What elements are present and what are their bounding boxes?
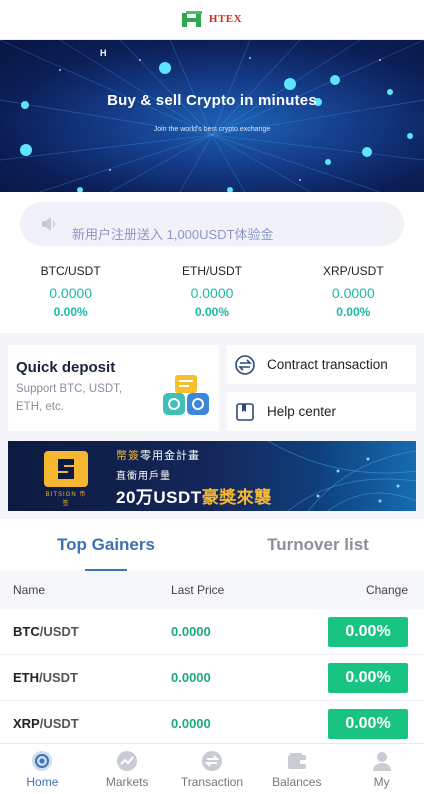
- banner-mark: H: [100, 48, 107, 58]
- table-row[interactable]: ETH/USDT 0.0000 0.00%: [0, 655, 424, 701]
- column-last-price: Last Price: [171, 583, 225, 597]
- nav-home[interactable]: Home: [0, 744, 85, 794]
- ticker-change: 0.00%: [336, 305, 371, 319]
- last-price: 0.0000: [171, 624, 211, 639]
- change-badge[interactable]: 0.00%: [328, 662, 408, 693]
- help-center-link[interactable]: Help center: [227, 392, 416, 431]
- app-header: HTEX: [0, 0, 424, 40]
- notice-bar[interactable]: 新用户注册送入 1,000USDT体验金: [20, 202, 404, 246]
- last-price: 0.0000: [171, 670, 211, 685]
- ticker-pair: BTC/USDT: [40, 264, 101, 278]
- last-price: 0.0000: [171, 716, 211, 731]
- ticker-price: 0.0000: [49, 285, 93, 301]
- promo-line3-white: 20万USDT: [116, 488, 202, 507]
- promo-line1-gold: 幣簽: [116, 450, 140, 462]
- change-badge[interactable]: 0.00%: [328, 708, 408, 739]
- quick-actions: Quick deposit Support BTC, USDT, ETH, et…: [0, 333, 424, 431]
- book-icon: [236, 402, 254, 421]
- tab-turnover-list[interactable]: Turnover list: [212, 519, 424, 567]
- app-screen: HTEX H Buy & sell Crypto in minutes Join…: [0, 0, 424, 794]
- contract-transaction-label: Contract transaction: [267, 357, 388, 372]
- promo-line2: 直衝用戶量: [116, 471, 171, 482]
- ticker-strip: BTC/USDT 0.0000 0.00% ETH/USDT 0.0000 0.…: [0, 254, 424, 333]
- quick-deposit-description: Support BTC, USDT, ETH, etc.: [16, 383, 123, 413]
- market-section: Top Gainers Turnover list Name Last Pric…: [0, 519, 424, 747]
- ticker-price: 0.0000: [190, 285, 234, 301]
- promo-line3: 20万USDT豪獎來襲: [116, 483, 272, 508]
- ticker-xrp[interactable]: XRP/USDT 0.0000 0.00%: [283, 264, 424, 319]
- table-row[interactable]: BTC/USDT 0.0000 0.00%: [0, 609, 424, 655]
- nav-balances[interactable]: Balances: [254, 744, 339, 794]
- markets-icon: [117, 751, 138, 771]
- help-center-label: Help center: [267, 404, 337, 419]
- bitsign-logo-icon: [44, 451, 88, 487]
- nav-my[interactable]: My: [339, 744, 424, 794]
- banner-subtitle: Join the world's best crypto exchange: [153, 126, 271, 133]
- speaker-icon: [42, 217, 55, 231]
- promo-banner[interactable]: BITSIGN 币签 幣簽零用金計畫 直衝用戶量 20万USDT豪獎來襲: [8, 441, 416, 511]
- ticker-pair: XRP/USDT: [322, 264, 384, 278]
- user-icon: [372, 752, 391, 771]
- promo-line3-gold: 豪獎來襲: [201, 488, 272, 507]
- column-change: Change: [365, 583, 408, 597]
- nav-transaction-label: Transaction: [180, 775, 244, 789]
- nav-home-label: Home: [26, 775, 59, 789]
- logo-name: HTEX: [208, 13, 243, 25]
- banner-title: Buy & sell Crypto in minutes: [107, 92, 317, 109]
- tab-top-gainers[interactable]: Top Gainers: [0, 519, 212, 571]
- nav-markets-label: Markets: [105, 775, 149, 789]
- ticker-change: 0.00%: [53, 305, 88, 319]
- promo-line1-white: 零用金計畫: [140, 450, 200, 462]
- contract-transaction-link[interactable]: Contract transaction: [227, 345, 416, 384]
- ticker-eth[interactable]: ETH/USDT 0.0000 0.00%: [141, 264, 282, 319]
- promo-brand: BITSIGN 币签: [45, 492, 87, 507]
- notice-text: 新用户注册送入 1,000USDT体验金: [72, 226, 274, 242]
- ticker-change: 0.00%: [194, 305, 229, 319]
- nav-balances-label: Balances: [272, 775, 322, 789]
- htex-logo[interactable]: HTEX: [181, 10, 243, 29]
- nav-transaction[interactable]: Transaction: [170, 744, 255, 794]
- hero-banner[interactable]: H Buy & sell Crypto in minutes Join the …: [0, 40, 424, 192]
- home-icon: [32, 751, 53, 771]
- transaction-icon: [201, 751, 222, 771]
- nav-markets[interactable]: Markets: [85, 744, 170, 794]
- ticker-price: 0.0000: [331, 285, 375, 301]
- ticker-pair: ETH/USDT: [181, 264, 242, 278]
- deposit-cards-icon: [163, 375, 209, 415]
- pair-name: BTC/USDT: [13, 624, 79, 639]
- pair-name: ETH/USDT: [13, 670, 78, 685]
- wallet-icon: [287, 753, 306, 769]
- pair-name: XRP/USDT: [13, 716, 79, 731]
- notice-section: 新用户注册送入 1,000USDT体验金: [0, 192, 424, 254]
- ticker-btc[interactable]: BTC/USDT 0.0000 0.00%: [0, 264, 141, 319]
- quick-deposit-card[interactable]: Quick deposit Support BTC, USDT, ETH, et…: [8, 345, 219, 431]
- table-row[interactable]: XRP/USDT 0.0000 0.00%: [0, 701, 424, 747]
- nav-my-label: My: [373, 775, 390, 789]
- banner-starburst: [0, 40, 424, 192]
- bottom-nav: Home Markets Transaction Balances My: [0, 743, 424, 794]
- quick-deposit-title: Quick deposit: [16, 359, 116, 376]
- market-tabs: Top Gainers Turnover list: [0, 519, 424, 571]
- column-name: Name: [13, 583, 46, 597]
- logo-mark-icon: [181, 10, 206, 29]
- promo-line1: 幣簽零用金計畫: [116, 447, 200, 463]
- exchange-arrows-icon: [235, 354, 255, 375]
- change-badge[interactable]: 0.00%: [328, 616, 408, 647]
- market-table-header: Name Last Price Change: [0, 571, 424, 609]
